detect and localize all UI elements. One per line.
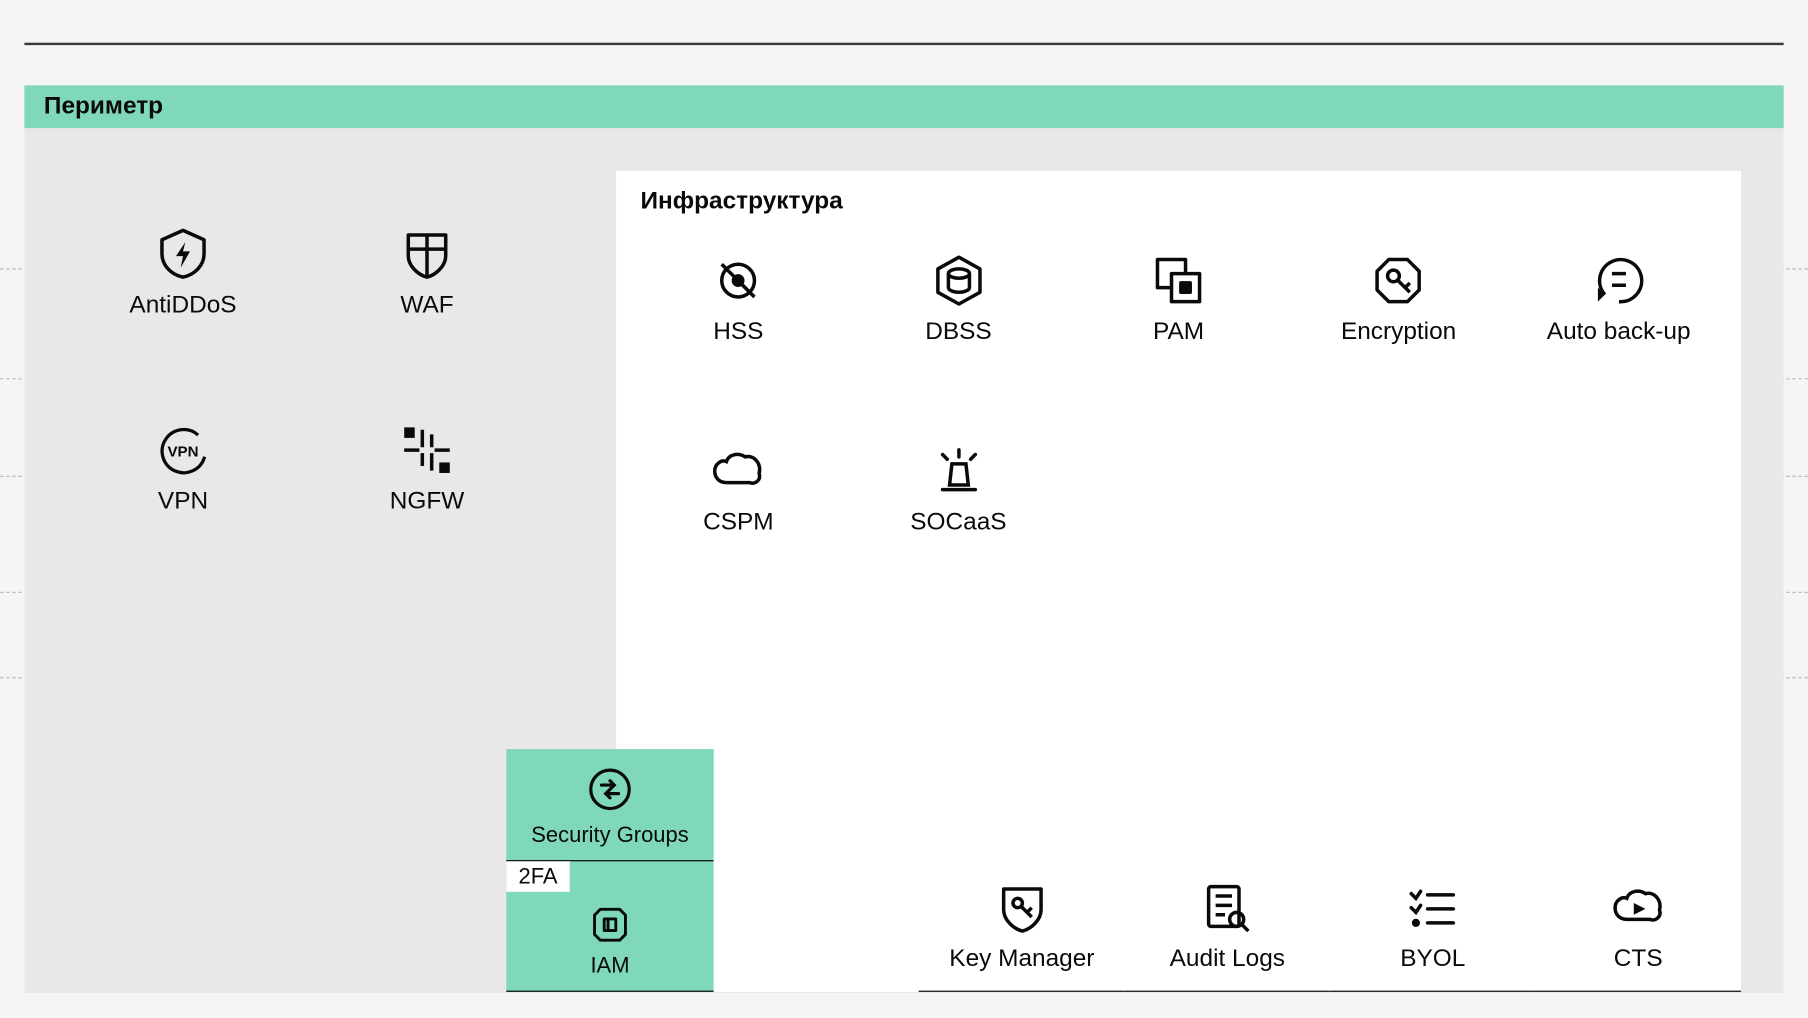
siren-icon bbox=[930, 443, 986, 499]
item-label: Key Manager bbox=[949, 946, 1094, 974]
item-cspm: CSPM bbox=[628, 431, 848, 554]
item-cts: CTS bbox=[1535, 858, 1740, 992]
item-label: VPN bbox=[158, 488, 208, 516]
svg-text:VPN: VPN bbox=[167, 444, 198, 461]
item-ngfw: NGFW bbox=[317, 410, 537, 533]
item-key-manager: Key Manager bbox=[919, 858, 1124, 992]
item-pam: PAM bbox=[1068, 240, 1288, 363]
key-shield-icon bbox=[994, 880, 1050, 936]
item-antiddos: AntiDDoS bbox=[73, 214, 293, 337]
checklist-icon bbox=[1405, 880, 1461, 936]
perimeter-panel: Периметр AntiDDoS bbox=[24, 85, 1783, 993]
ngfw-icon bbox=[399, 422, 455, 478]
cloud-play-icon bbox=[1610, 880, 1666, 936]
item-label: NGFW bbox=[390, 488, 465, 516]
item-label: SOCaaS bbox=[910, 509, 1006, 537]
item-security-groups: Security Groups bbox=[506, 749, 713, 861]
shield-bolt-icon bbox=[155, 226, 211, 282]
item-socaas: SOCaaS bbox=[848, 431, 1068, 554]
item-byol: BYOL bbox=[1330, 858, 1535, 992]
cloud-icon bbox=[710, 443, 766, 499]
item-label: PAM bbox=[1153, 318, 1204, 346]
bottom-row: Key Manager Audit Logs bbox=[506, 858, 1741, 992]
vpn-circle-icon: VPN bbox=[155, 422, 211, 478]
item-dbss: DBSS bbox=[848, 240, 1068, 363]
item-encryption: Encryption bbox=[1289, 240, 1509, 363]
item-label: WAF bbox=[400, 292, 453, 320]
item-hss: HSS bbox=[628, 240, 848, 363]
item-audit-logs: Audit Logs bbox=[1125, 858, 1330, 992]
item-label: BYOL bbox=[1400, 946, 1465, 974]
perimeter-items: AntiDDoS WAF bbox=[73, 214, 537, 534]
item-label: Security Groups bbox=[531, 822, 688, 848]
item-waf: WAF bbox=[317, 214, 537, 337]
waf-shield-icon bbox=[399, 226, 455, 282]
encryption-icon bbox=[1371, 253, 1427, 309]
item-label: CSPM bbox=[703, 509, 774, 537]
item-label: HSS bbox=[713, 318, 763, 346]
item-label: Audit Logs bbox=[1170, 946, 1285, 974]
dbss-icon bbox=[930, 253, 986, 309]
backup-icon bbox=[1591, 253, 1647, 309]
item-vpn: VPN VPN bbox=[73, 410, 293, 533]
item-backup: Auto back-up bbox=[1509, 240, 1729, 363]
hss-icon bbox=[710, 253, 766, 309]
audit-icon bbox=[1199, 880, 1255, 936]
item-label: DBSS bbox=[925, 318, 991, 346]
pam-icon bbox=[1150, 253, 1206, 309]
spacer bbox=[714, 858, 919, 992]
item-label: AntiDDoS bbox=[129, 292, 236, 320]
top-divider bbox=[24, 43, 1783, 45]
infrastructure-title: Инфраструктура bbox=[616, 171, 1741, 228]
item-label: CTS bbox=[1614, 946, 1663, 974]
item-label: Auto back-up bbox=[1547, 318, 1691, 346]
exchange-icon bbox=[584, 764, 635, 815]
item-label: Encryption bbox=[1341, 318, 1456, 346]
perimeter-title: Периметр bbox=[24, 85, 1783, 128]
